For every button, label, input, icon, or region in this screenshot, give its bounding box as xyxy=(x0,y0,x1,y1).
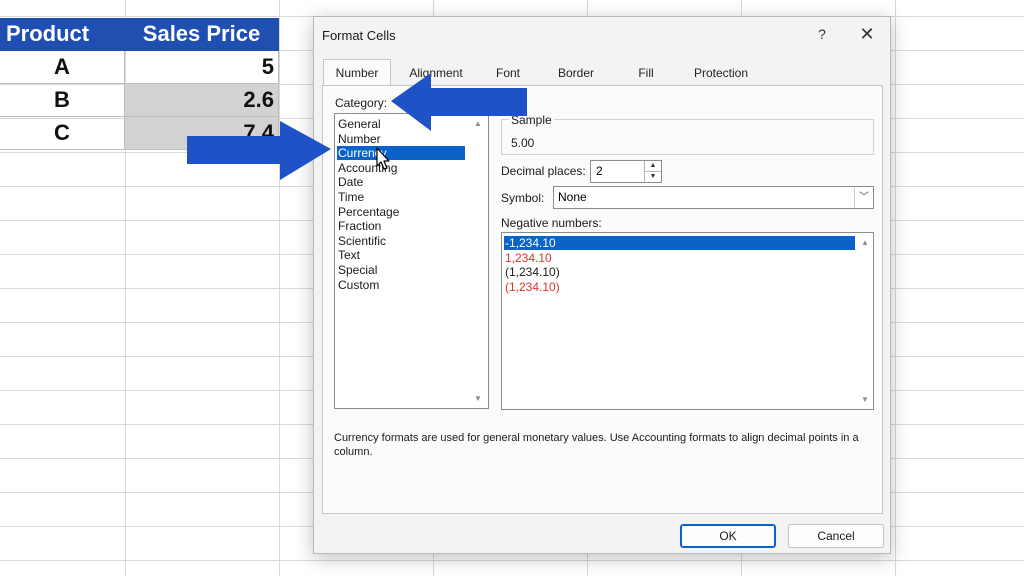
arrow-left-icon xyxy=(391,73,527,131)
mouse-cursor-icon xyxy=(376,147,390,170)
arrow-right-icon xyxy=(187,121,331,180)
annotation-overlay xyxy=(187,73,527,180)
